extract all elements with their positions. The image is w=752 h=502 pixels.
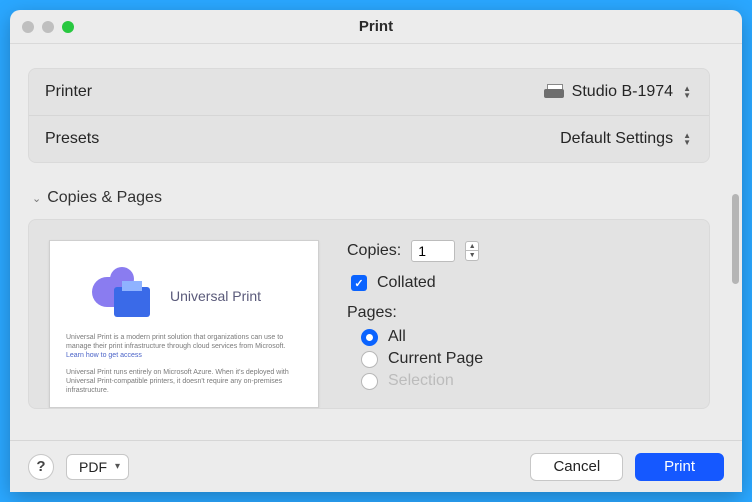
copies-pages-controls: Copies: ▲▼ ✓ Collated Pages: All: [347, 240, 689, 408]
radio-icon[interactable]: [361, 351, 378, 368]
updown-icon: [681, 132, 693, 146]
preview-hero: Universal Print: [92, 273, 302, 319]
option-label: Selection: [388, 372, 454, 390]
chevron-down-icon: ⌄: [32, 192, 41, 205]
option-label: Current Page: [388, 350, 483, 368]
pages-option-selection: Selection: [361, 372, 689, 390]
cancel-button[interactable]: Cancel: [530, 453, 623, 481]
titlebar: Print: [10, 10, 742, 44]
printer-row[interactable]: Printer Studio B-1974: [29, 69, 709, 115]
chevron-down-icon: ▾: [115, 461, 120, 472]
copies-pages-panel: Universal Print Universal Print is a mod…: [28, 219, 710, 409]
presets-selected-value: Default Settings: [560, 130, 673, 148]
preview-link: Learn how to get access: [66, 352, 142, 359]
print-button[interactable]: Print: [635, 453, 724, 481]
collated-line[interactable]: ✓ Collated: [351, 274, 689, 292]
printer-selected-value: Studio B-1974: [572, 83, 673, 101]
copies-label: Copies:: [347, 242, 401, 260]
section-title: Copies & Pages: [47, 189, 162, 207]
preview-paragraph: Universal Print runs entirely on Microso…: [66, 368, 302, 395]
print-dialog: Print Printer Studio B-1974 Presets Defa…: [10, 10, 742, 492]
printer-label: Printer: [45, 83, 92, 101]
radio-icon: [361, 373, 378, 390]
dialog-content: Printer Studio B-1974 Presets Default Se…: [10, 44, 728, 440]
print-preview: Universal Print Universal Print is a mod…: [49, 240, 319, 408]
copies-stepper[interactable]: ▲▼: [465, 241, 479, 261]
option-label: All: [388, 328, 406, 346]
help-button[interactable]: ?: [28, 454, 54, 480]
dialog-footer: ? PDF ▾ Cancel Print: [10, 440, 742, 492]
preview-paragraph: Universal Print is a modern print soluti…: [66, 333, 302, 360]
pdf-menu-button[interactable]: PDF ▾: [66, 454, 129, 480]
copies-pages-header[interactable]: ⌄ Copies & Pages: [32, 189, 710, 207]
copies-input[interactable]: [411, 240, 455, 262]
printer-icon: [544, 84, 564, 100]
scrollbar[interactable]: [728, 44, 742, 440]
presets-select[interactable]: Default Settings: [560, 130, 693, 148]
scroll-thumb[interactable]: [732, 194, 739, 284]
collated-label: Collated: [377, 274, 436, 292]
pages-option-current[interactable]: Current Page: [361, 350, 689, 368]
pdf-label: PDF: [79, 459, 107, 475]
collated-checkbox[interactable]: ✓: [351, 275, 367, 291]
radio-icon[interactable]: [361, 329, 378, 346]
pages-option-all[interactable]: All: [361, 328, 689, 346]
printer-select[interactable]: Studio B-1974: [544, 83, 693, 101]
updown-icon: [681, 85, 693, 99]
preview-title: Universal Print: [170, 288, 261, 304]
top-settings: Printer Studio B-1974 Presets Default Se…: [28, 68, 710, 163]
presets-row[interactable]: Presets Default Settings: [29, 115, 709, 162]
pages-label: Pages:: [347, 304, 689, 322]
window-title: Print: [10, 18, 742, 35]
universal-print-icon: [92, 273, 156, 319]
presets-label: Presets: [45, 130, 99, 148]
copies-line: Copies: ▲▼: [347, 240, 689, 262]
